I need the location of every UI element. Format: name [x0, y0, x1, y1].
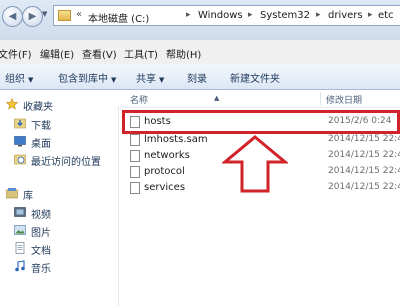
crumb-separator-icon[interactable]: ▸: [368, 10, 373, 20]
menu-edit[interactable]: 编辑(E): [40, 46, 74, 61]
menu-help[interactable]: 帮助(H): [166, 46, 201, 61]
forward-arrow-icon: ▶: [28, 11, 37, 22]
file-date: 2014/12/15 22:4: [328, 134, 400, 144]
file-name: protocol: [144, 166, 185, 177]
menu-bar: 文件(F) 编辑(E) 查看(V) 工具(T) 帮助(H): [0, 40, 400, 65]
music-icon: [15, 260, 25, 272]
crumb-drivers[interactable]: drivers: [328, 10, 363, 21]
file-icon: [130, 166, 140, 178]
file-date: 2014/12/15 22:4: [328, 182, 400, 192]
overflow-chevron[interactable]: «: [76, 9, 82, 20]
crumb-system32[interactable]: System32: [260, 10, 310, 21]
column-name-header[interactable]: 名称: [130, 93, 148, 106]
crumb-etc[interactable]: etc: [378, 10, 394, 21]
sidebar-favorites-label: 收藏夹: [23, 102, 53, 113]
file-date: 2014/12/15 22:4: [328, 166, 400, 176]
include-in-library-button[interactable]: 包含到库中 ▼: [58, 70, 116, 85]
sidebar-desktop-label: 桌面: [31, 139, 51, 150]
sidebar-videos-label: 视频: [31, 210, 51, 221]
file-icon: [130, 134, 140, 146]
download-icon: [14, 118, 26, 129]
column-divider[interactable]: [320, 92, 321, 105]
sidebar-documents-label: 文档: [31, 246, 51, 257]
dropdown-arrow-icon: ▼: [159, 76, 165, 84]
dropdown-arrow-icon: ▼: [111, 76, 117, 84]
address-bar-area: ◀ ▶ ▼ « 本地磁盘 (C:) ▸ Windows ▸ System32 ▸…: [0, 0, 400, 40]
sort-arrow-icon: ▲: [214, 94, 220, 102]
menu-file[interactable]: 文件(F): [0, 46, 32, 61]
burn-button[interactable]: 刻录: [187, 70, 207, 85]
history-dropdown-icon[interactable]: ▼: [42, 10, 47, 18]
folder-icon: [58, 10, 71, 21]
command-bar: 组织 ▼ 包含到库中 ▼ 共享 ▼ 刻录 新建文件夹: [0, 64, 400, 90]
crumb-separator-icon[interactable]: ▸: [316, 10, 321, 20]
sidebar-downloads-label: 下载: [31, 121, 51, 132]
crumb-separator-icon[interactable]: ▸: [186, 10, 191, 20]
share-button[interactable]: 共享 ▼: [136, 70, 164, 85]
file-name: networks: [144, 150, 190, 161]
video-icon: [14, 207, 26, 217]
highlight-box: [122, 110, 400, 134]
navigation-pane: 收藏夹 下载 桌面 最近访问的位置 库 视频 图片 文档 音乐: [0, 90, 119, 306]
column-header-row: 名称 ▲ 修改日期: [118, 90, 400, 108]
library-icon: [6, 188, 18, 199]
star-icon: [6, 98, 18, 110]
menu-tools[interactable]: 工具(T): [124, 46, 158, 61]
crumb-windows[interactable]: Windows: [198, 10, 243, 21]
file-icon: [130, 150, 140, 162]
file-name: services: [144, 182, 186, 193]
back-button[interactable]: ◀: [2, 6, 23, 27]
recent-places-icon: [14, 154, 26, 165]
organize-label: 组织: [5, 74, 25, 85]
new-folder-button[interactable]: 新建文件夹: [230, 70, 280, 85]
share-label: 共享: [136, 74, 156, 85]
file-name: lmhosts.sam: [144, 134, 208, 145]
crumb-separator-icon[interactable]: ▸: [248, 10, 253, 20]
crumb-drive[interactable]: 本地磁盘 (C:): [88, 10, 149, 25]
dropdown-arrow-icon: ▼: [28, 76, 34, 84]
sidebar-libraries-label: 库: [23, 191, 33, 202]
picture-icon: [14, 225, 26, 235]
sidebar-music-label: 音乐: [31, 264, 51, 275]
menu-view[interactable]: 查看(V): [82, 46, 117, 61]
organize-button[interactable]: 组织 ▼: [5, 70, 33, 85]
file-icon: [130, 182, 140, 194]
column-modified-header[interactable]: 修改日期: [326, 93, 362, 106]
sidebar-pictures-label: 图片: [31, 228, 51, 239]
desktop-icon: [14, 136, 26, 147]
file-date: 2014/12/15 22:4: [328, 150, 400, 160]
sidebar-recent-label: 最近访问的位置: [31, 157, 101, 168]
forward-button[interactable]: ▶: [22, 6, 43, 27]
document-icon: [15, 242, 25, 254]
back-arrow-icon: ◀: [8, 11, 17, 22]
include-label: 包含到库中: [58, 74, 108, 85]
up-arrow-annotation-icon: [222, 135, 288, 193]
address-box[interactable]: « 本地磁盘 (C:) ▸ Windows ▸ System32 ▸ drive…: [53, 5, 400, 26]
